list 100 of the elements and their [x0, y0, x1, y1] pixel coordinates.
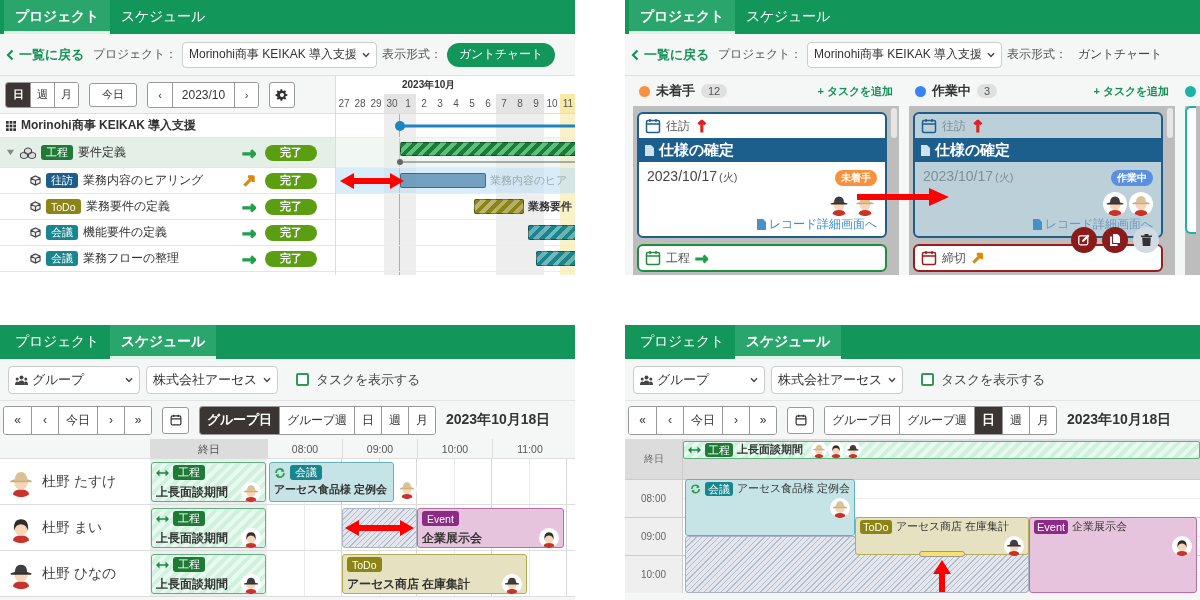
- tab[interactable]: スケジュール: [110, 0, 216, 34]
- caret-down-icon: [263, 376, 271, 383]
- add-task-link[interactable]: + タスクを追加: [1093, 83, 1169, 99]
- task-bar[interactable]: [528, 225, 575, 240]
- event-block[interactable]: 工程 上長面談期間: [151, 462, 266, 502]
- day-header-cell-text: 4: [452, 97, 460, 111]
- back-link[interactable]: 一覧に戻る: [631, 45, 709, 64]
- event-title: 上長面談期間: [156, 529, 228, 547]
- view-tab[interactable]: 月: [408, 406, 435, 434]
- day-header-cell-text: 5: [468, 97, 476, 111]
- jump-forward-button[interactable]: »: [749, 406, 776, 434]
- trend-arrow: ↗: [240, 170, 258, 191]
- event-block[interactable]: 工程 上長面談期間: [151, 508, 266, 548]
- calendar-icon: [645, 118, 661, 134]
- task-bar[interactable]: [474, 199, 524, 214]
- calendar-button[interactable]: [162, 406, 189, 434]
- task-card[interactable]: [1185, 106, 1196, 234]
- category-tag: Event: [422, 511, 459, 526]
- event-block[interactable]: 工程 上長面談期間: [151, 554, 266, 594]
- scale-tab[interactable]: 日: [6, 82, 30, 107]
- calendar-icon: [921, 250, 937, 266]
- date-heading: 2023年10月18日: [446, 411, 551, 429]
- task-bar[interactable]: [400, 173, 486, 188]
- task-card[interactable]: 工程 →: [637, 244, 887, 272]
- task-name: 業務内容のヒアリング: [83, 172, 204, 189]
- category-tag: 会議: [46, 251, 78, 266]
- task-card[interactable]: 締切 ↗: [913, 244, 1163, 272]
- cube-icon: [30, 201, 41, 212]
- category-tag: Event: [1034, 520, 1069, 534]
- company-select[interactable]: 株式会社アーセス: [771, 365, 903, 394]
- scrollbar: [1167, 108, 1173, 138]
- task-card[interactable]: 往訪 ↑ 仕様の確定 2023/10/17(火) 未着手 レコード詳細画面へ: [637, 112, 887, 238]
- phase-name: 要件定義: [78, 144, 127, 161]
- status-badge: 完了: [265, 144, 317, 161]
- event-title: アーセス商店 在庫集計: [347, 575, 471, 593]
- settings-button[interactable]: [269, 81, 295, 108]
- caret-down-icon: [362, 51, 371, 58]
- status-badge: 完了: [265, 198, 317, 215]
- tab[interactable]: スケジュール: [735, 0, 841, 34]
- back-link[interactable]: 一覧に戻る: [6, 45, 84, 64]
- checkbox-label: タスクを表示する: [941, 370, 1045, 389]
- task-bar[interactable]: [536, 251, 575, 266]
- event-block[interactable]: 会議 アーセス食品様 定例会: [269, 462, 394, 502]
- date-heading: 2023年10月18日: [1067, 411, 1172, 429]
- view-option[interactable]: ガントチャート: [447, 42, 556, 67]
- caret-down-icon: [888, 376, 896, 383]
- people-icon: [15, 374, 28, 385]
- calendar-icon: [645, 250, 661, 266]
- view-tab[interactable]: 日: [974, 406, 1002, 434]
- tab[interactable]: プロジェクト: [4, 325, 110, 359]
- checkbox-label: タスクを表示する: [316, 370, 420, 389]
- event-block[interactable]: 会議 アーセス食品様 定例会: [685, 479, 855, 536]
- category-tag: ToDo: [46, 199, 81, 214]
- toggle-caret-icon[interactable]: [6, 148, 15, 157]
- event-title: 企業展示会: [1072, 520, 1128, 534]
- count-badge: 12: [701, 84, 728, 98]
- calendar-icon: [794, 414, 807, 426]
- time-label: 10:00: [417, 439, 492, 458]
- group-type-select[interactable]: グループ: [8, 365, 140, 394]
- jump-forward-button[interactable]: »: [124, 406, 151, 434]
- due-date: 2023/10/17: [647, 168, 718, 184]
- card-title: 仕様の確定: [659, 140, 734, 160]
- checkbox[interactable]: [296, 373, 309, 386]
- cube-icon: [30, 227, 41, 238]
- today-button[interactable]: 今日: [89, 82, 137, 107]
- repeat-icon: [274, 466, 286, 479]
- next-button[interactable]: ›: [234, 82, 258, 107]
- member-name: 杜野 まい: [42, 518, 102, 537]
- view-option[interactable]: ガントチャート: [1072, 46, 1169, 63]
- member-name: 杜野 ひなの: [42, 564, 116, 583]
- project-select[interactable]: Morinohi商事 KEIKAK 導入支援: [807, 41, 1003, 68]
- event-block[interactable]: ToDo アーセス商店 在庫集計: [342, 554, 527, 594]
- status-badge: 作業中: [1111, 170, 1153, 186]
- event-block[interactable]: ToDo アーセス商店 在庫集計: [855, 517, 1029, 555]
- calendar-button[interactable]: [787, 406, 814, 434]
- resize-handle[interactable]: [919, 551, 965, 557]
- day-header-cell-text: 10: [545, 97, 559, 111]
- project-select[interactable]: Morinohi商事 KEIKAK 導入支援: [182, 41, 378, 68]
- view-tab[interactable]: 月: [1029, 406, 1056, 434]
- category-tag: 工程: [705, 443, 733, 457]
- event-block[interactable]: Event 企業展示会: [417, 508, 564, 548]
- double-arrow-icon: [340, 173, 404, 189]
- event-title: アーセス商店 在庫集計: [895, 520, 1009, 534]
- day-header-cell: 7: [496, 94, 512, 113]
- category-tag: 工程: [173, 557, 205, 572]
- group-type-select[interactable]: グループ: [633, 365, 765, 394]
- all-day-event[interactable]: 工程 上長面談期間: [683, 441, 1200, 459]
- add-task-link[interactable]: + タスクを追加: [817, 83, 893, 99]
- card-type-label: 締切: [942, 249, 966, 267]
- priority-arrow: ↗: [971, 248, 985, 268]
- column-header: 終日: [150, 439, 267, 458]
- record-detail-link[interactable]: レコード詳細画面へ: [647, 217, 877, 232]
- repeat-icon: [690, 483, 702, 495]
- scale-tab[interactable]: 月: [54, 82, 78, 107]
- event-block[interactable]: Event 企業展示会: [1029, 517, 1197, 593]
- checkbox[interactable]: [921, 373, 934, 386]
- view-tab[interactable]: グループ日: [200, 406, 279, 434]
- company-select[interactable]: 株式会社アーセス: [146, 365, 278, 394]
- chevron-left-icon: [631, 48, 639, 61]
- tab[interactable]: プロジェクト: [629, 325, 735, 359]
